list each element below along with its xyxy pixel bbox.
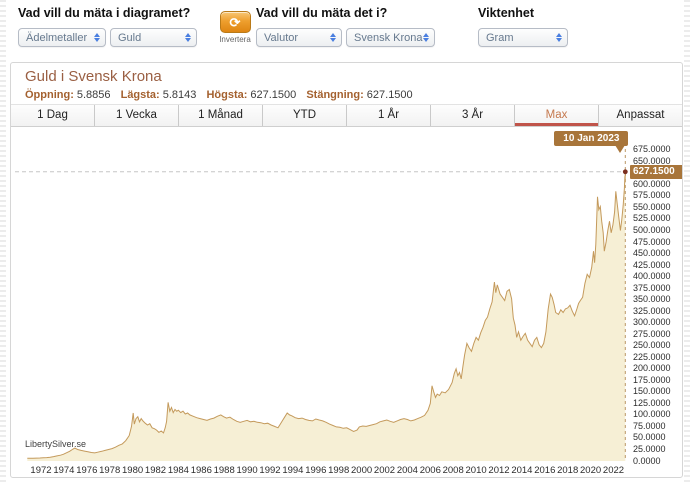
tab-max[interactable]: Max: [515, 105, 599, 126]
y-axis-label: 600.0000: [633, 180, 681, 189]
x-axis-label: 2022: [600, 465, 628, 476]
y-axis-label: 75.0000: [633, 422, 681, 431]
y-axis-label: 400.0000: [633, 272, 681, 281]
tab-anpassat[interactable]: Anpassat: [599, 105, 682, 126]
tab-1-dag[interactable]: 1 Dag: [11, 105, 95, 126]
y-axis-label: 350.0000: [633, 295, 681, 304]
y-axis-label: 275.0000: [633, 330, 681, 339]
high-value: 627.1500: [250, 89, 296, 101]
currency-select[interactable]: Svensk Krona: [346, 28, 435, 47]
current-price-badge: 627.1500: [630, 165, 683, 179]
currency-value: Svensk Krona: [354, 32, 422, 44]
y-axis-label: 50.0000: [633, 433, 681, 442]
close-value: 627.1500: [367, 89, 413, 101]
y-axis-label: 175.0000: [633, 376, 681, 385]
select-stepper-icon: [185, 33, 191, 42]
y-axis-label: 200.0000: [633, 364, 681, 373]
currency-category-select[interactable]: Valutor: [256, 28, 342, 47]
open-label: Öppning:: [25, 89, 74, 101]
high-label: Högsta:: [206, 89, 247, 101]
invert-refresh-icon: ⟳: [230, 15, 241, 30]
watermark-link[interactable]: LibertySilver.se: [25, 439, 86, 449]
close-label: Stängning:: [306, 89, 363, 101]
open-value: 5.8856: [77, 89, 111, 101]
select-stepper-icon: [94, 33, 100, 42]
y-axis-label: 325.0000: [633, 307, 681, 316]
weight-unit-label: Viktenhet: [478, 6, 534, 20]
last-point-marker: [623, 169, 628, 174]
weight-unit-select[interactable]: Gram: [478, 28, 568, 47]
y-axis-label: 675.0000: [633, 145, 681, 154]
tab-1-år[interactable]: 1 År: [347, 105, 431, 126]
y-axis-label: 475.0000: [633, 238, 681, 247]
y-axis-label: 650.0000: [633, 157, 681, 166]
y-axis-label: 250.0000: [633, 341, 681, 350]
metal-select[interactable]: Guld: [110, 28, 197, 47]
tab-3-år[interactable]: 3 År: [431, 105, 515, 126]
chart-card: Guld i Svensk Krona Öppning:5.8856 Lägst…: [10, 62, 683, 478]
invert-button[interactable]: ⟳: [220, 11, 251, 33]
page-edge-decoration-left: [0, 0, 6, 485]
gold-price-chart-page: Vad vill du mäta i diagramet? Vad vill d…: [0, 0, 690, 485]
y-axis-label: 450.0000: [633, 249, 681, 258]
y-axis-label: 150.0000: [633, 387, 681, 396]
measure-in-question-label: Vad vill du mäta det i?: [256, 6, 387, 20]
y-axis-label: 25.0000: [633, 445, 681, 454]
invert-button-caption: Invertera: [213, 35, 257, 44]
y-axis-label: 300.0000: [633, 318, 681, 327]
page-edge-decoration-right: [684, 0, 690, 485]
y-axis-label: 500.0000: [633, 226, 681, 235]
y-axis-label: 100.0000: [633, 410, 681, 419]
y-axis-label: 525.0000: [633, 214, 681, 223]
metal-category-select[interactable]: Ädelmetaller: [18, 28, 106, 47]
y-axis-label: 375.0000: [633, 284, 681, 293]
currency-category-value: Valutor: [264, 32, 298, 44]
low-label: Lägsta:: [121, 89, 160, 101]
metal-category-value: Ädelmetaller: [26, 32, 87, 44]
y-axis-label: 575.0000: [633, 191, 681, 200]
range-tabs: 1 Dag1 Vecka1 MånadYTD1 År3 ÅrMaxAnpassa…: [11, 104, 682, 127]
invert-control: ⟳ Invertera: [213, 11, 257, 44]
metal-value: Guld: [118, 32, 141, 44]
y-axis-label: 0.0000: [633, 457, 681, 466]
y-axis-label: 550.0000: [633, 203, 681, 212]
select-stepper-icon: [330, 33, 336, 42]
tab-ytd[interactable]: YTD: [263, 105, 347, 126]
y-axis-label: 225.0000: [633, 353, 681, 362]
price-area-fill: [27, 172, 625, 461]
chart-card-header: Guld i Svensk Krona Öppning:5.8856 Lägst…: [11, 63, 682, 104]
measure-question-label: Vad vill du mäta i diagramet?: [18, 6, 190, 20]
chart-title: Guld i Svensk Krona: [25, 68, 162, 85]
ohlc-summary: Öppning:5.8856 Lägsta:5.8143 Högsta:627.…: [25, 89, 413, 101]
price-chart-plot[interactable]: [11, 127, 682, 478]
low-value: 5.8143: [163, 89, 197, 101]
tab-1-vecka[interactable]: 1 Vecka: [95, 105, 179, 126]
controls-bar: Vad vill du mäta i diagramet? Vad vill d…: [0, 0, 690, 58]
date-tooltip: 10 Jan 2023: [554, 131, 628, 146]
select-stepper-icon: [423, 33, 429, 42]
tab-1-månad[interactable]: 1 Månad: [179, 105, 263, 126]
y-axis-label: 125.0000: [633, 399, 681, 408]
y-axis-label: 425.0000: [633, 261, 681, 270]
chart-area: 10 Jan 2023 627.1500 675.0000 650.0000 600…: [11, 127, 682, 478]
select-stepper-icon: [556, 33, 562, 42]
weight-unit-value: Gram: [486, 32, 514, 44]
